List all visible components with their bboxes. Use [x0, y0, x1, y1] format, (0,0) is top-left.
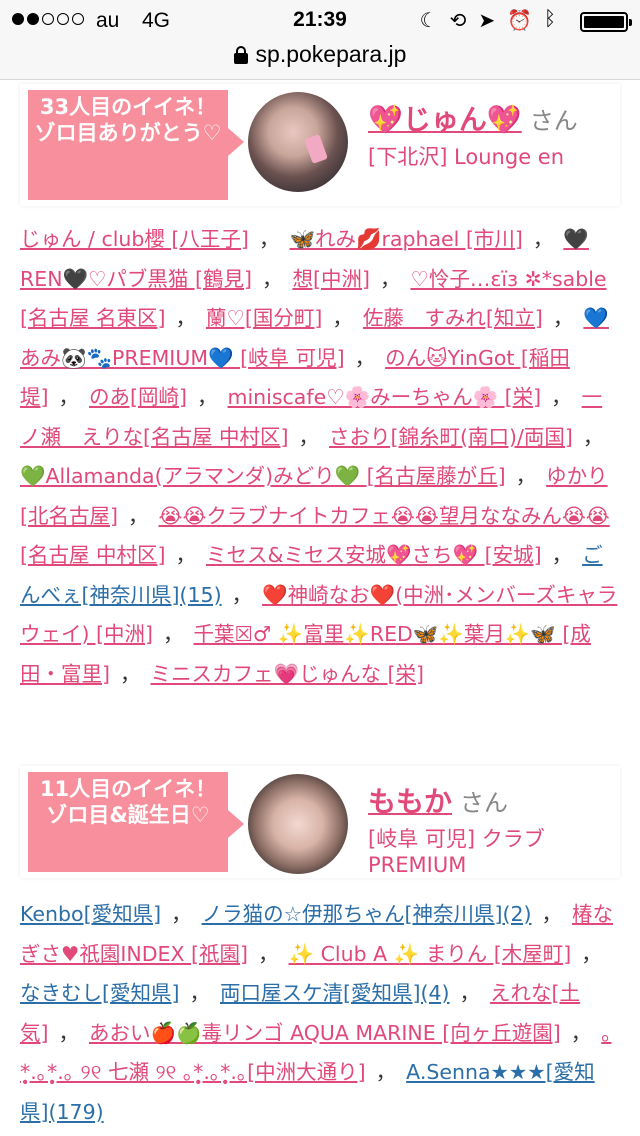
separator: ， — [197, 385, 218, 409]
liker-link[interactable]: あおい🍎🍏毒リンゴ AQUA MARINE [向ヶ丘遊園] — [89, 1021, 561, 1045]
girl-name-link[interactable]: 💖じゅん💖 — [368, 103, 522, 136]
avatar[interactable] — [248, 92, 348, 192]
liker-link[interactable]: ✨ Club A ✨ まりん [木屋町] — [289, 942, 572, 966]
separator: ， — [128, 503, 149, 528]
separator: ， — [332, 306, 353, 330]
separator: ， — [532, 227, 554, 251]
separator: ， — [261, 266, 283, 291]
liker-link[interactable]: 佐藤 すみれ[知立] — [363, 306, 543, 330]
browser-top-bar: au 4G 21:39 ☾ ⟲ ➤ ⏰ ᛒ sp.pokepara.jp — [0, 0, 640, 80]
location-icon: ➤ — [478, 10, 496, 32]
girl-name-link[interactable]: ももか — [368, 785, 452, 818]
separator: ， — [581, 941, 602, 966]
alarm-icon: ⏰ — [507, 10, 532, 32]
like-count-badge: 33人目のイイネ！ゾロ目ありがとう♡ — [28, 90, 244, 200]
liker-link[interactable]: 両口屋スケ清[愛知県](4) — [220, 981, 450, 1005]
separator: ， — [570, 1020, 592, 1045]
url-bar[interactable]: sp.pokepara.jp — [0, 40, 640, 76]
url-text: sp.pokepara.jp — [255, 41, 407, 67]
separator: ， — [189, 981, 211, 1005]
separator: ， — [379, 266, 401, 291]
liker-link[interactable]: じゅん / club櫻 [八王子] — [20, 227, 249, 251]
separator: ， — [551, 543, 573, 567]
separator: ， — [515, 464, 537, 488]
liker-link[interactable]: 想[中洲] — [292, 267, 370, 291]
liker-link[interactable]: さおり[錦糸町(南口)/両国] — [329, 425, 573, 449]
liker-link[interactable]: Kenbo[愛知県] — [20, 902, 161, 926]
bluetooth-icon: ᛒ — [544, 8, 556, 30]
separator: ， — [258, 227, 280, 251]
liker-link[interactable]: なきむし[愛知県] — [20, 981, 180, 1005]
rotation-lock-icon: ⟲ — [449, 10, 467, 32]
liker-link[interactable]: ノラ猫の☆伊那ちゃん[神奈川県](2) — [202, 902, 532, 926]
liker-link[interactable]: 💚Allamanda(アラマンダ)みどり💚 [名古屋藤が丘] — [20, 464, 506, 488]
honorific: さん — [529, 107, 578, 135]
separator: ， — [231, 582, 253, 607]
separator: ， — [375, 1060, 397, 1084]
separator: ， — [163, 622, 184, 646]
page-content: 33人目のイイネ！ゾロ目ありがとう♡ 💖じゅん💖 さん [下北沢] Lounge … — [0, 80, 640, 1136]
battery-icon — [580, 12, 632, 32]
like-card: 11人目のイイネ！ゾロ目&誕生日♡ ももか さん [岐阜 可児] クラブPREMI… — [20, 766, 620, 878]
separator: ， — [58, 385, 80, 409]
separator: ， — [541, 902, 563, 926]
girl-info: 💖じゅん💖 さん [下北沢] Lounge en — [368, 98, 618, 170]
avatar[interactable] — [248, 774, 348, 874]
separator: ， — [171, 902, 192, 926]
liker-link[interactable]: 🦋れみ💋raphael [市川] — [289, 227, 522, 251]
like-card: 33人目のイイネ！ゾロ目ありがとう♡ 💖じゅん💖 さん [下北沢] Lounge … — [20, 84, 620, 206]
liker-link[interactable]: のあ[岡崎] — [89, 385, 187, 409]
separator: ， — [459, 981, 481, 1005]
separator: ， — [175, 543, 197, 567]
liker-link[interactable]: 蘭♡[国分町] — [206, 306, 322, 330]
moon-icon: ☾ — [419, 10, 438, 32]
lock-icon — [233, 46, 248, 64]
separator: ， — [582, 424, 604, 449]
separator: ， — [120, 661, 141, 686]
separator: ， — [354, 345, 376, 370]
status-icons: ☾ ⟲ ➤ ⏰ ᛒ — [420, 8, 556, 33]
shop-name: [下北沢] Lounge en — [368, 145, 565, 169]
separator: ， — [58, 1020, 80, 1045]
separator: ， — [552, 306, 574, 330]
separator: ， — [551, 385, 572, 409]
separator: ， — [258, 941, 279, 966]
liker-list: Kenbo[愛知県]，ノラ猫の☆伊那ちゃん[神奈川県](2)，椿なぎさ♥祇園IN… — [20, 895, 620, 1132]
liker-link[interactable]: ミニスカフェ💗じゅんな [栄] — [151, 662, 425, 686]
status-bar: au 4G 21:39 ☾ ⟲ ➤ ⏰ ᛒ — [0, 0, 640, 40]
like-count-badge: 11人目のイイネ！ゾロ目&誕生日♡ — [28, 772, 244, 872]
girl-info: ももか さん [岐阜 可児] クラブPREMIUM — [368, 780, 618, 878]
separator: ， — [298, 424, 320, 449]
liker-list: じゅん / club櫻 [八王子]， 🦋れみ💋raphael [市川]， 🖤REN🖤… — [20, 220, 620, 694]
liker-link[interactable]: ミセス&ミセス安城💖さち💖 [安城] — [206, 543, 542, 567]
shop-name: [岐阜 可児] クラブPREMIUM — [368, 827, 545, 877]
liker-link[interactable]: miniscafe♡🌸みーちゃん🌸 [栄] — [228, 385, 542, 409]
honorific: さん — [460, 789, 509, 817]
separator: ， — [175, 306, 197, 330]
